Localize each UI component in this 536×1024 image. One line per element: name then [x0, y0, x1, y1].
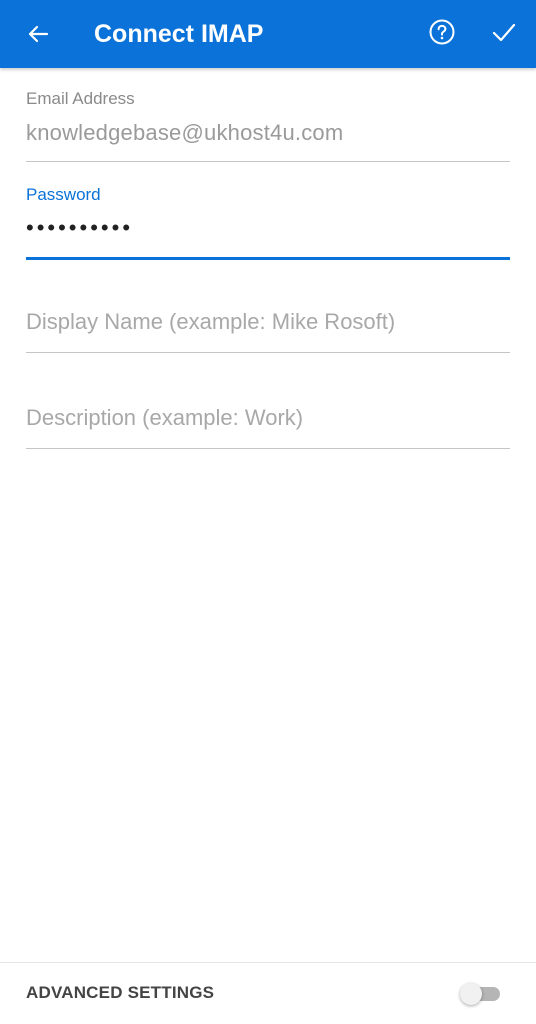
app-toolbar: Connect IMAP: [0, 0, 536, 68]
question-circle-icon: [429, 19, 455, 45]
password-field[interactable]: Password ••••••••••: [26, 182, 510, 262]
email-underline: [26, 161, 510, 162]
arrow-left-icon: [28, 25, 49, 43]
back-button[interactable]: [20, 16, 56, 52]
confirm-button[interactable]: [486, 14, 522, 50]
checkmark-icon: [492, 23, 516, 42]
connect-imap-screen: Connect IMAP Email Address knowledgebase…: [0, 0, 536, 1024]
description-input[interactable]: Description (example: Work): [26, 405, 303, 431]
toggle-thumb: [460, 983, 482, 1005]
page-title: Connect IMAP: [94, 20, 264, 48]
advanced-settings-label: ADVANCED SETTINGS: [26, 983, 215, 1002]
password-underline: [26, 257, 510, 260]
description-underline: [26, 448, 510, 449]
description-field[interactable]: Description (example: Work): [26, 392, 510, 452]
display-name-input[interactable]: Display Name (example: Mike Rosoft): [26, 309, 395, 335]
help-button[interactable]: [424, 14, 460, 50]
advanced-settings-toggle[interactable]: [460, 983, 502, 1005]
display-name-underline: [26, 352, 510, 353]
email-value[interactable]: knowledgebase@ukhost4u.com: [26, 120, 343, 146]
email-label: Email Address: [26, 89, 135, 108]
display-name-field[interactable]: Display Name (example: Mike Rosoft): [26, 296, 510, 356]
email-field[interactable]: Email Address knowledgebase@ukhost4u.com: [26, 86, 510, 166]
password-value[interactable]: ••••••••••: [26, 215, 133, 241]
password-label: Password: [26, 185, 101, 204]
advanced-settings-row[interactable]: ADVANCED SETTINGS: [0, 963, 536, 1024]
